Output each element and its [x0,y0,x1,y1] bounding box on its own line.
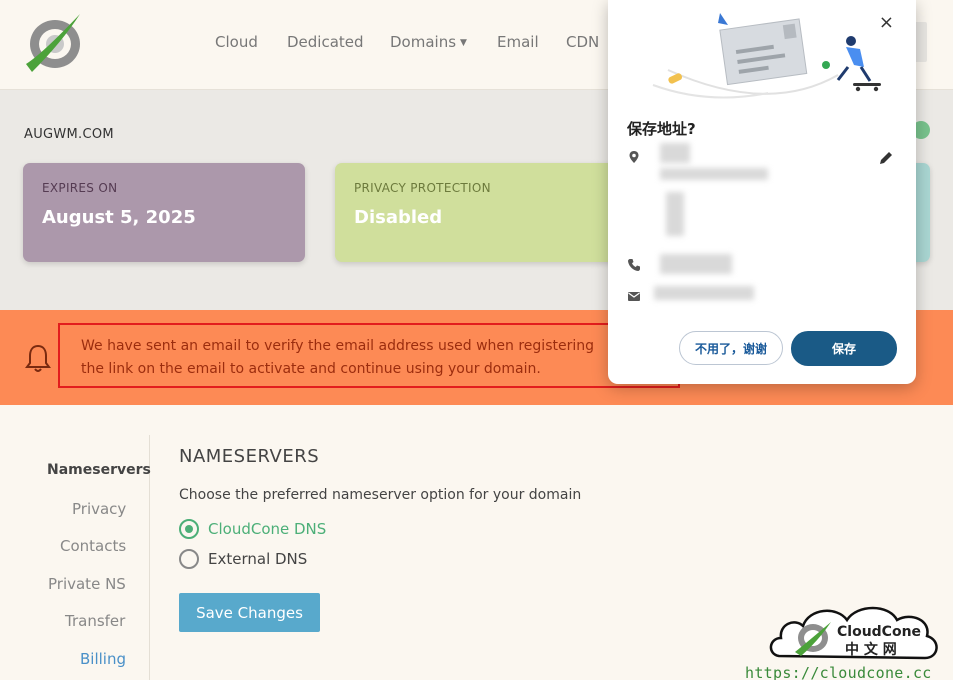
nav-cloud[interactable]: Cloud [215,33,258,51]
radio-label-external-dns: External DNS [208,550,308,568]
bell-icon [25,344,51,372]
highlight-box [58,323,680,388]
privacy-card: PRIVACY PROTECTION Disabled [335,163,617,262]
nav-dedicated[interactable]: Dedicated [287,33,364,51]
watermark-url: https://cloudcone.cc [745,664,932,680]
privacy-label: PRIVACY PROTECTION [354,181,491,195]
domain-sidebar: Nameservers Privacy Contacts Private NS … [0,435,151,680]
nav-email[interactable]: Email [497,33,539,51]
radio-external-dns[interactable]: External DNS [179,549,307,569]
sidebar-item-transfer[interactable]: Transfer [65,612,125,630]
nav-domains[interactable]: Domains ▼ [390,33,467,51]
save-address-button[interactable]: 保存 [791,331,897,366]
email-icon [628,292,640,301]
nav-cdn[interactable]: CDN [566,33,599,51]
cloudcone-watermark-logo: CloudCone 中 文 网 [769,606,938,660]
chevron-down-icon: ▼ [460,37,467,48]
save-changes-button[interactable]: Save Changes [179,593,320,632]
sidebar-item-contacts[interactable]: Contacts [60,537,126,555]
pencil-icon[interactable] [878,150,894,166]
radio-label-cloudcone-dns: CloudCone DNS [208,520,327,538]
phone-icon [628,259,640,271]
section-description: Choose the preferred nameserver option f… [179,487,582,503]
save-address-popup: × 保存地址? 不用了，谢谢 保存 [608,0,916,384]
sidebar-item-privacy[interactable]: Privacy [72,500,126,518]
domain-name: AUGWM.COM [24,127,114,142]
radio-button-checked[interactable] [179,519,199,539]
redacted-phone [660,254,732,274]
radio-button-unchecked[interactable] [179,549,199,569]
svg-text:中 文 网: 中 文 网 [845,641,897,658]
decline-button[interactable]: 不用了，谢谢 [679,331,783,365]
redacted-address [666,192,684,236]
cloudcone-logo[interactable] [22,10,86,74]
redacted-address [660,143,690,163]
skateboard-mail-illustration [652,13,881,99]
radio-cloudcone-dns[interactable]: CloudCone DNS [179,519,326,539]
sidebar-item-billing[interactable]: Billing [80,650,126,668]
privacy-value: Disabled [354,207,443,228]
nav-domains-label: Domains [390,33,457,51]
section-title: NAMESERVERS [179,446,320,467]
expires-label: EXPIRES ON [42,181,118,195]
sidebar-item-private-ns[interactable]: Private NS [48,575,126,593]
svg-text:CloudCone: CloudCone [837,624,921,640]
sidebar-item-nameservers[interactable]: Nameservers [47,462,151,478]
redacted-address [660,168,768,180]
expires-card: EXPIRES ON August 5, 2025 [23,163,305,262]
expires-value: August 5, 2025 [42,207,196,228]
popup-title: 保存地址? [627,120,696,138]
location-pin-icon [629,151,639,163]
redacted-email [654,286,754,300]
